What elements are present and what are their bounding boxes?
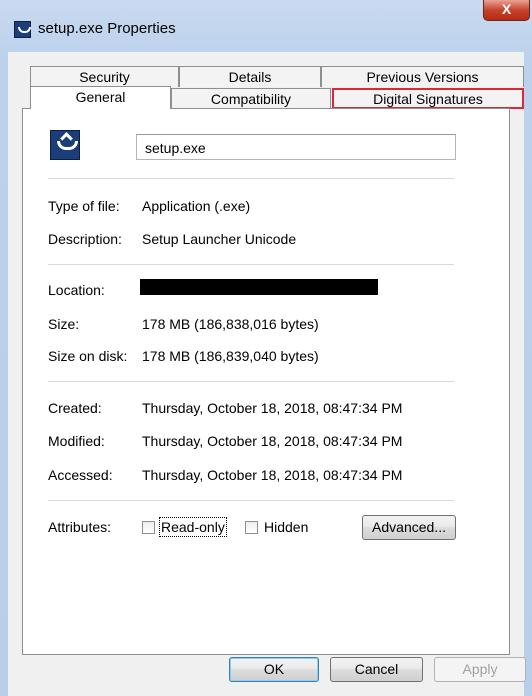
advanced-button[interactable]: Advanced...: [362, 515, 456, 540]
modified-label: Modified:: [48, 433, 105, 449]
divider: [48, 264, 454, 265]
divider: [48, 381, 454, 382]
size-label: Size:: [48, 316, 80, 332]
hidden-checkbox[interactable]: [245, 521, 258, 534]
type-label: Type of file:: [48, 198, 120, 214]
file-name-field[interactable]: setup.exe: [136, 134, 456, 160]
tab-previous-versions[interactable]: Previous Versions: [321, 66, 524, 87]
installer-icon: [50, 130, 80, 160]
modified-value: Thursday, October 18, 2018, 08:47:34 PM: [142, 433, 403, 449]
close-button[interactable]: X: [483, 0, 530, 21]
readonly-checkbox[interactable]: [142, 521, 155, 534]
divider: [48, 178, 454, 179]
tab-compatibility[interactable]: Compatibility: [171, 88, 331, 109]
tab-security[interactable]: Security: [30, 66, 179, 87]
divider: [48, 500, 454, 501]
properties-window: setup.exe Properties X Security Details …: [0, 0, 532, 696]
attributes-label: Attributes:: [48, 519, 112, 535]
tab-details[interactable]: Details: [179, 66, 321, 87]
size-value: 178 MB (186,838,016 bytes): [142, 316, 319, 332]
title-bar[interactable]: setup.exe Properties X: [0, 0, 532, 52]
description-label: Description:: [48, 231, 122, 247]
description-value: Setup Launcher Unicode: [142, 231, 297, 247]
cancel-button[interactable]: Cancel: [330, 657, 423, 682]
size-on-disk-label: Size on disk:: [48, 348, 128, 364]
location-label: Location:: [48, 282, 105, 298]
installer-icon: [14, 21, 31, 38]
tab-general[interactable]: General: [30, 86, 171, 109]
hidden-label[interactable]: Hidden: [264, 519, 308, 535]
apply-button[interactable]: Apply: [434, 657, 526, 682]
created-value: Thursday, October 18, 2018, 08:47:34 PM: [142, 400, 403, 416]
created-label: Created:: [48, 400, 102, 416]
readonly-label[interactable]: Read-only: [159, 517, 227, 537]
ok-button[interactable]: OK: [229, 657, 319, 682]
type-value: Application (.exe): [142, 198, 251, 214]
accessed-label: Accessed:: [48, 467, 113, 483]
accessed-value: Thursday, October 18, 2018, 08:47:34 PM: [142, 467, 403, 483]
window-title: setup.exe Properties: [38, 20, 176, 37]
tab-digital-signatures[interactable]: Digital Signatures: [332, 88, 524, 109]
size-on-disk-value: 178 MB (186,839,040 bytes): [142, 348, 319, 364]
redacted-location: [140, 279, 378, 295]
